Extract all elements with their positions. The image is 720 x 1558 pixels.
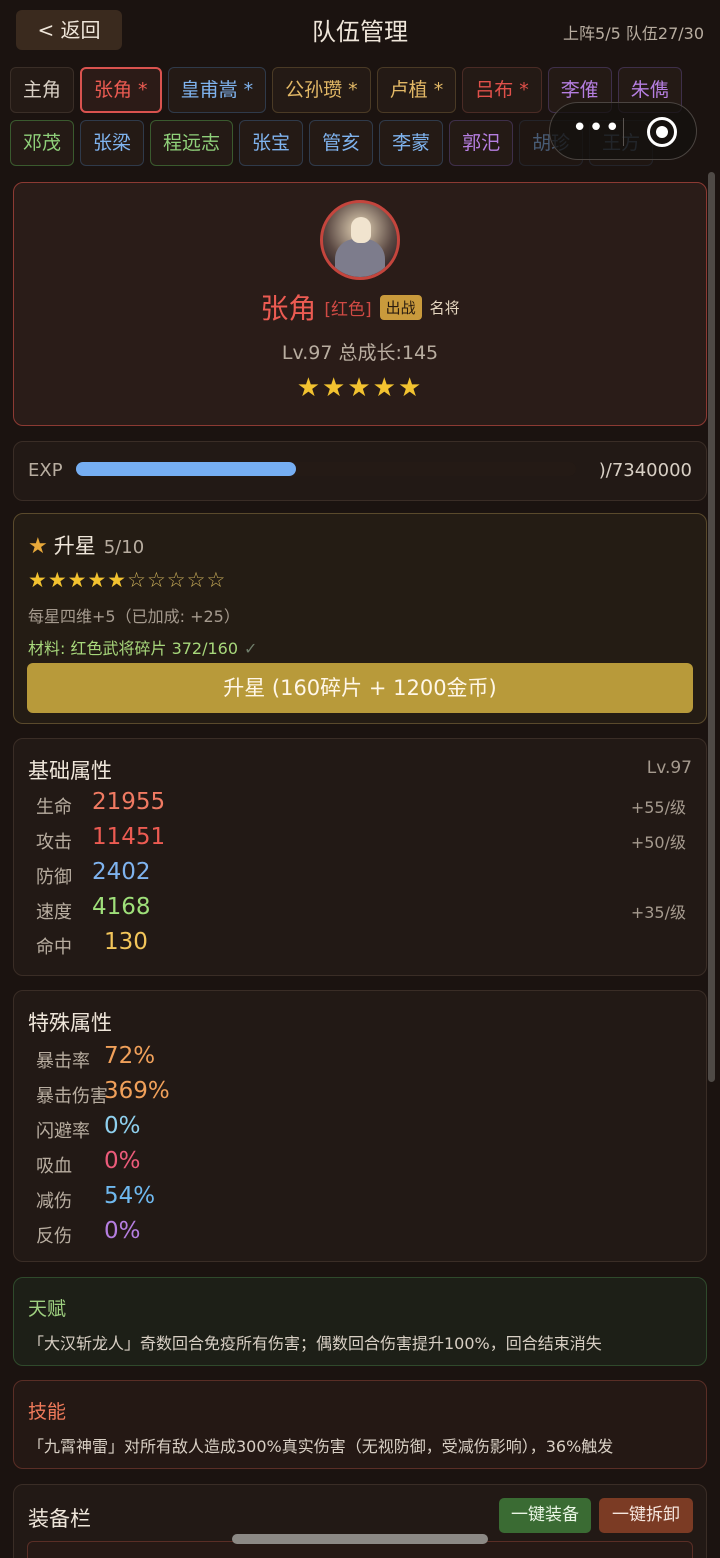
hero-card: 张角 [红色] 出战 名将 Lv.97 总成长:145 ★★★★★ [13, 182, 707, 426]
upgrade-star-button[interactable]: 升星 (160碎片 + 1200金币) [27, 663, 693, 713]
attribute-value: 130 [104, 929, 148, 955]
hero-tab[interactable]: 张宝 [239, 120, 304, 166]
attribute-name: 闪避率 [36, 1121, 90, 1142]
skill-title: 技能 [28, 1401, 67, 1423]
upgrade-star-title: ★ 升星 5/10 [28, 534, 145, 559]
attribute-name: 反伤 [36, 1226, 72, 1247]
hero-tab[interactable]: 邓茂 [10, 120, 75, 166]
hero-name-row: 张角 [红色] 出战 名将 [14, 287, 706, 327]
star-icon: ★ [28, 534, 48, 559]
exp-label: EXP [28, 460, 63, 481]
capsule-divider [623, 118, 624, 146]
hero-level: Lv.97 总成长:145 [281, 342, 439, 364]
star-count: 5/10 [103, 537, 145, 558]
attribute-value: 54% [104, 1183, 156, 1209]
deployed-badge: 出战 [379, 294, 422, 320]
attribute-value: 0% [104, 1218, 141, 1244]
attribute-growth: +35/级 [630, 903, 686, 922]
hero-rarity: [红色] [324, 299, 372, 320]
attribute-value: 4168 [92, 894, 151, 920]
special-attribute-row: 减伤 54% [36, 1183, 336, 1217]
attribute-name: 速度 [36, 902, 72, 923]
hero-name: 张角 [260, 292, 317, 325]
hero-tab[interactable]: 皇甫嵩 * [167, 67, 267, 113]
hero-tab[interactable]: 张梁 [80, 120, 145, 166]
attribute-growth: +50/级 [630, 833, 686, 852]
base-attributes-title: 基础属性 [28, 759, 112, 783]
special-attributes-title: 特殊属性 [28, 1011, 112, 1035]
hero-tab[interactable]: 管亥 [309, 120, 374, 166]
exp-card: EXP )/7340000 [13, 441, 707, 501]
close-miniprogram-icon[interactable] [647, 117, 677, 147]
special-attributes-card: 特殊属性 暴击率 72% 暴击伤害 369% 闪避率 0% 吸血 0% 减伤 54% 反伤 0% [13, 990, 707, 1262]
attribute-value: 21955 [92, 789, 166, 815]
miniprogram-capsule: ••• [549, 102, 697, 160]
base-attributes-card: 基础属性 Lv.97 生命 21955 +55/级攻击 11451 +50/级防御 240… [13, 738, 707, 976]
attribute-name: 防御 [36, 867, 72, 888]
stars-empty: ☆☆☆☆☆ [127, 568, 227, 592]
exp-bar-fill [76, 462, 296, 476]
star-bonus: 每星四维+5（已加成: +25） [28, 607, 240, 626]
skill-description: 「九霄神雷」对所有敌人造成300%真实伤害（无视防御，受减伤影响），36%触发 [28, 1437, 614, 1456]
star-material: 材料: 红色武将碎片 372/160 ✓ [28, 639, 258, 658]
attribute-value: 11451 [92, 824, 166, 850]
attribute-growth: +55/级 [630, 798, 686, 817]
attribute-name: 减伤 [36, 1191, 72, 1212]
attribute-name: 暴击率 [36, 1051, 90, 1072]
hero-tab[interactable]: 程远志 [150, 120, 234, 166]
attribute-name: 攻击 [36, 832, 72, 853]
hero-stars: ★★★★★ [296, 373, 424, 403]
star-progress: ★★★★★☆☆☆☆☆ [28, 568, 226, 592]
attribute-value: 2402 [92, 859, 151, 885]
attribute-value: 0% [104, 1148, 141, 1174]
attribute-name: 暴击伤害 [36, 1086, 108, 1107]
equipment-card: 装备栏 一键装备 一键拆卸 [13, 1484, 707, 1558]
home-indicator [232, 1534, 488, 1544]
more-icon[interactable]: ••• [572, 113, 621, 143]
check-icon: ✓ [244, 639, 258, 658]
hero-tab[interactable]: 主角 [10, 67, 75, 113]
hero-tab[interactable]: 张角 * [80, 67, 162, 113]
attribute-value: 72% [104, 1043, 156, 1069]
upgrade-star-card: ★ 升星 5/10 ★★★★★☆☆☆☆☆ 每星四维+5（已加成: +25） 材料: … [13, 513, 707, 724]
hero-tab[interactable]: 李蒙 [379, 120, 444, 166]
exp-bar [76, 462, 576, 476]
attribute-name: 吸血 [36, 1156, 72, 1177]
hero-tab[interactable]: 卢植 * [376, 67, 457, 113]
hero-rank: 名将 [429, 298, 460, 317]
attribute-value: 0% [104, 1113, 141, 1139]
hero-avatar [320, 200, 400, 280]
base-attribute-row: 防御 2402 [36, 859, 686, 893]
base-attributes-level: Lv.97 [646, 758, 692, 778]
talent-title: 天赋 [28, 1298, 67, 1320]
attribute-value: 369% [104, 1078, 170, 1104]
special-attribute-row: 闪避率 0% [36, 1113, 336, 1147]
skill-card: 技能 「九霄神雷」对所有敌人造成300%真实伤害（无视防御，受减伤影响），36%… [13, 1380, 707, 1469]
special-attribute-row: 暴击率 72% [36, 1043, 336, 1077]
talent-card: 天赋 「大汉斩龙人」奇数回合免疫所有伤害；偶数回合伤害提升100%，回合结束消失 [13, 1277, 707, 1366]
hero-tab[interactable]: 郭汜 [449, 120, 514, 166]
special-attribute-row: 暴击伤害 369% [36, 1078, 336, 1112]
talent-description: 「大汉斩龙人」奇数回合免疫所有伤害；偶数回合伤害提升100%，回合结束消失 [28, 1334, 602, 1353]
special-attribute-row: 吸血 0% [36, 1148, 336, 1182]
base-attribute-row: 速度 4168 +35/级 [36, 894, 686, 928]
special-attribute-row: 反伤 0% [36, 1218, 336, 1252]
base-attribute-row: 命中 130 [36, 929, 686, 963]
base-attribute-row: 生命 21955 +55/级 [36, 789, 686, 823]
stars-filled: ★★★★★ [28, 568, 128, 592]
hero-tab[interactable]: 吕布 * [462, 67, 542, 113]
scrollbar[interactable] [708, 172, 715, 1082]
equipment-title: 装备栏 [28, 1507, 91, 1531]
attribute-name: 生命 [36, 797, 72, 818]
unequip-all-button[interactable]: 一键拆卸 [599, 1498, 693, 1533]
attribute-name: 命中 [36, 937, 72, 958]
equip-all-button[interactable]: 一键装备 [499, 1498, 591, 1533]
exp-value: )/7340000 [598, 460, 692, 481]
team-stats: 上阵5/5 队伍27/30 [563, 24, 704, 43]
header: < 返回 队伍管理 上阵5/5 队伍27/30 [0, 0, 720, 60]
base-attribute-row: 攻击 11451 +50/级 [36, 824, 686, 858]
hero-tab[interactable]: 公孙瓒 * [272, 67, 371, 113]
